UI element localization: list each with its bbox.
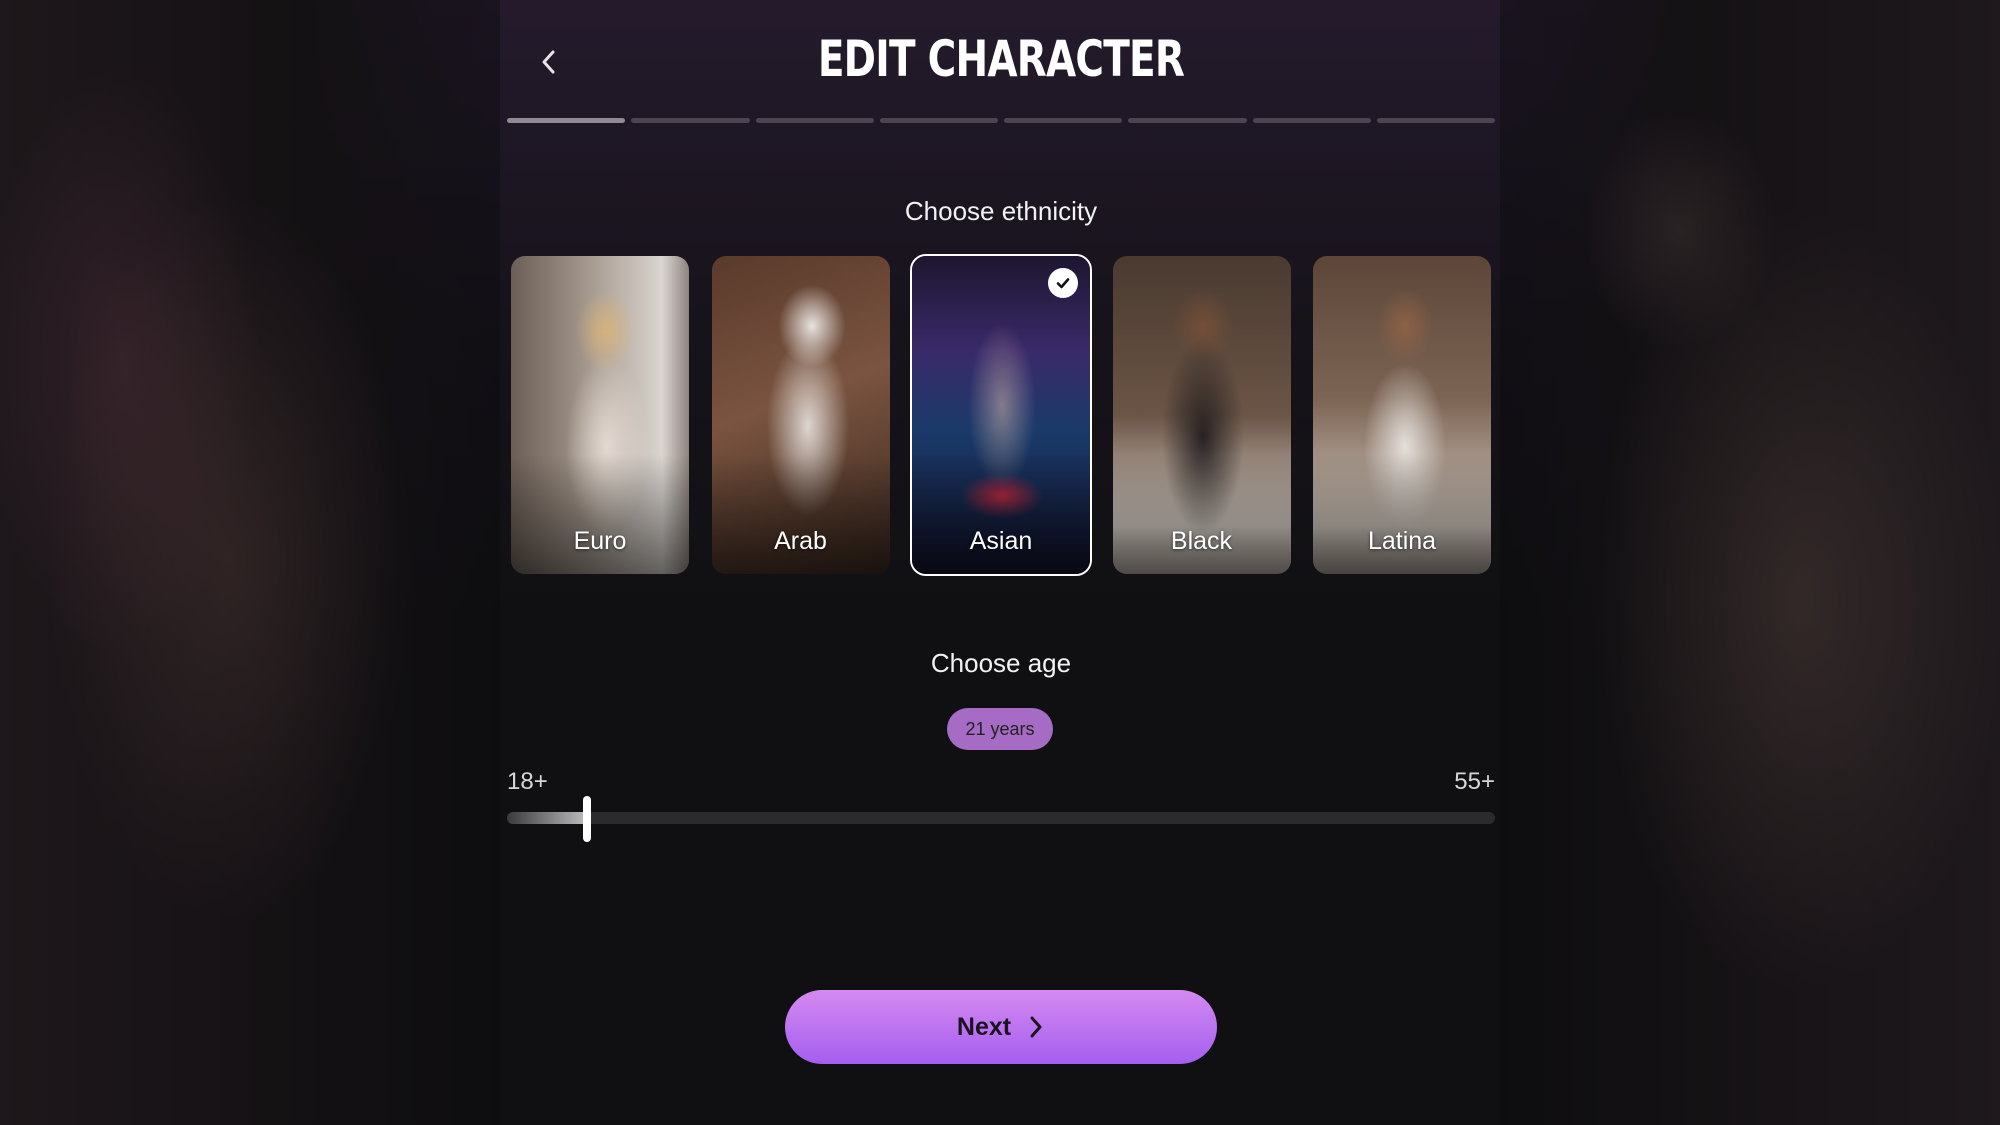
ethnicity-label: Black [1170,527,1233,555]
ethnicity-card-latina[interactable]: Latina [1311,254,1493,576]
next-button-label: Next [956,1012,1012,1041]
age-slider-track [507,812,1495,824]
step-progress-bar [507,118,1495,124]
main-content: EDIT CHARACTER Choose ethnicity Euro Ara… [507,0,1495,1125]
chevron-left-icon [542,50,555,74]
age-value-badge: 21 years [947,708,1053,750]
age-max-label: 55+ [1454,768,1495,795]
right-background-image [1500,0,2000,1125]
ethnicity-section-title: Choose ethnicity [904,196,1098,226]
ethnicity-label: Latina [1367,527,1437,555]
progress-step [1252,118,1371,123]
left-background-image [0,0,500,1125]
page-title: EDIT CHARACTER [817,30,1185,88]
ethnicity-card-black[interactable]: Black [1111,254,1293,576]
progress-step [507,118,626,123]
age-min-label: 18+ [507,768,548,795]
ethnicity-label: Euro [573,527,627,555]
chevron-right-icon [1030,1016,1042,1038]
ethnicity-card-euro[interactable]: Euro [509,254,691,576]
progress-step [1376,118,1495,123]
ethnicity-card-asian[interactable]: Asian [910,254,1092,576]
age-slider[interactable] [507,796,1495,842]
progress-step [755,118,874,123]
age-section-title: Choose age [930,648,1072,678]
back-button[interactable] [523,36,575,88]
progress-step [631,118,750,123]
age-slider-fill [507,812,587,824]
progress-step [879,118,998,123]
header: EDIT CHARACTER [507,0,1495,118]
next-button[interactable]: Next [785,990,1217,1064]
age-slider-thumb[interactable] [583,796,591,842]
progress-step [1128,118,1247,123]
ethnicity-card-arab[interactable]: Arab [710,254,892,576]
edit-character-page: EDIT CHARACTER Choose ethnicity Euro Ara… [0,0,2000,1125]
ethnicity-label: Arab [774,527,827,555]
ethnicity-label: Asian [969,527,1033,555]
progress-step [1004,118,1123,123]
checkmark-icon [1048,268,1078,298]
ethnicity-options: Euro Arab Asian Black Latina [509,254,1493,578]
